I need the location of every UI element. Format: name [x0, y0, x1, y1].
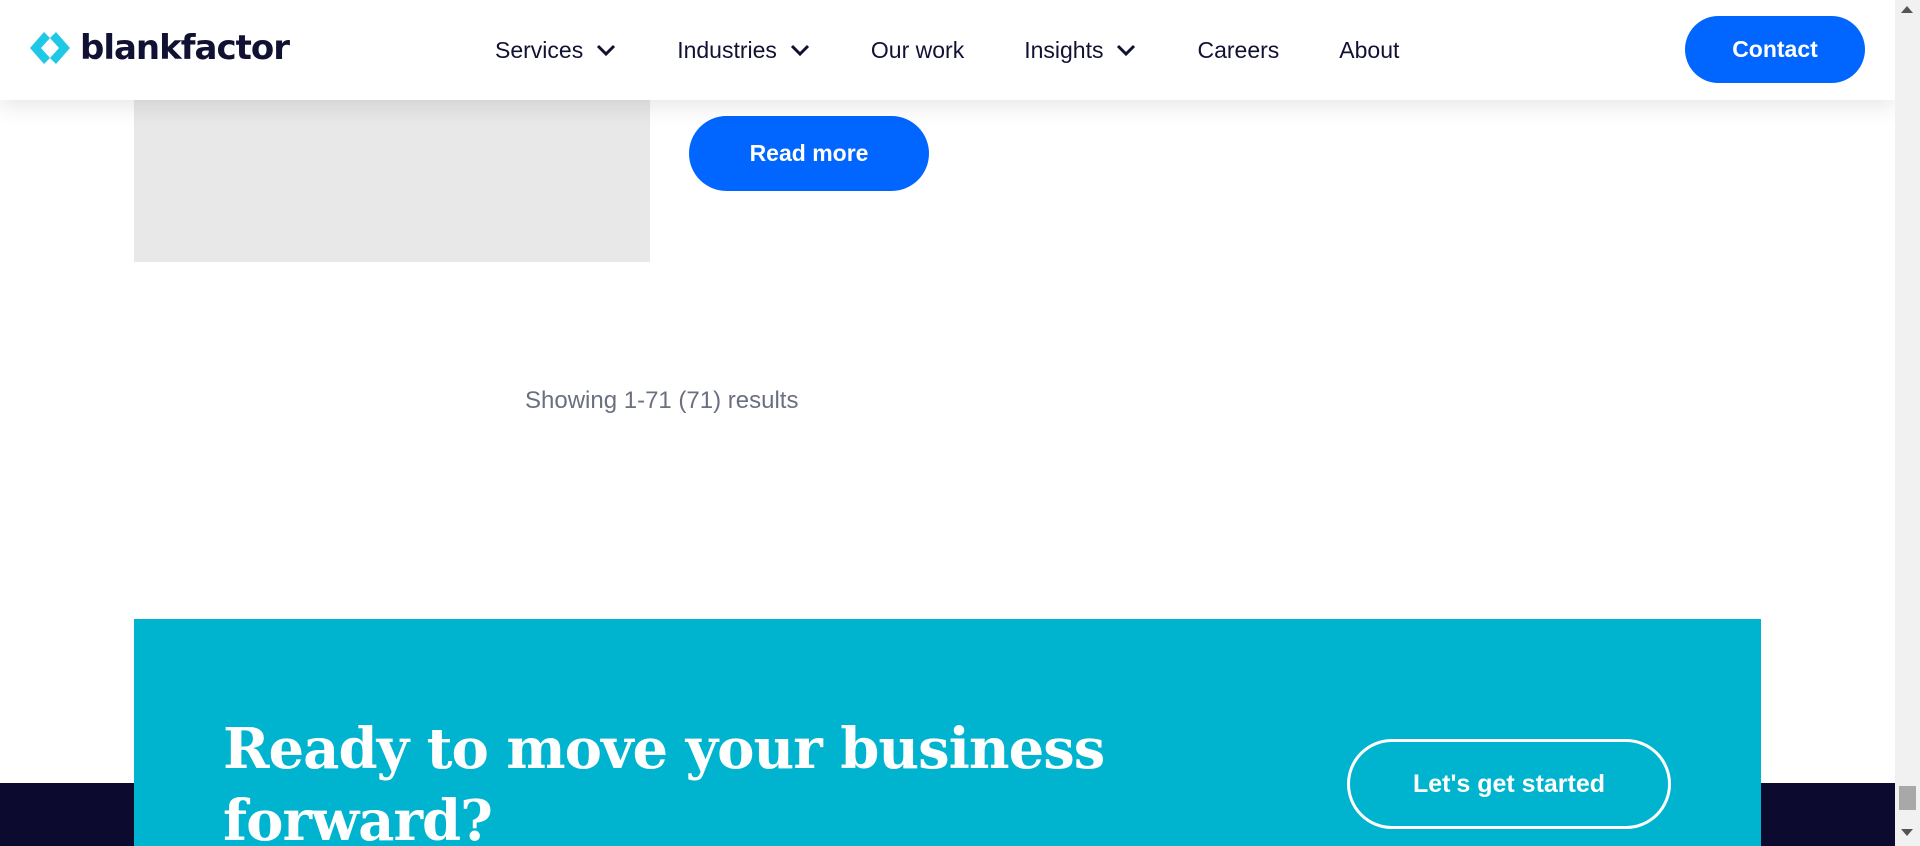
nav-about[interactable]: About: [1339, 37, 1399, 64]
chevron-down-icon: [790, 44, 809, 57]
cta-heading: Ready to move your business forward?: [223, 716, 1105, 846]
results-count: Showing 1-71 (71) results: [525, 387, 799, 414]
nav-our-work-label: Our work: [870, 36, 965, 63]
read-more-button[interactable]: Read more: [689, 116, 929, 191]
main-nav: Services Industries Our work Insights Ca…: [495, 0, 1399, 100]
scroll-thumb[interactable]: [1899, 786, 1916, 810]
get-started-button[interactable]: Let's get started: [1347, 739, 1671, 829]
logo[interactable]: blankfactor: [28, 28, 290, 68]
chevron-down-icon: [597, 44, 616, 57]
scroll-up-arrow-icon[interactable]: [1901, 6, 1913, 13]
nav-careers[interactable]: Careers: [1197, 37, 1279, 64]
site-header: blankfactor Services Industries Our work…: [0, 0, 1895, 100]
nav-industries-label: Industries: [677, 36, 777, 63]
chevron-down-icon: [1117, 44, 1136, 57]
nav-services[interactable]: Services: [495, 37, 617, 64]
contact-button[interactable]: Contact: [1685, 16, 1865, 83]
logo-text: blankfactor: [80, 28, 290, 68]
article-image-placeholder[interactable]: [134, 80, 650, 262]
nav-our-work[interactable]: Our work: [871, 37, 964, 64]
blankfactor-logo-icon: [30, 32, 70, 64]
cta-banner: Ready to move your business forward? Let…: [134, 619, 1761, 846]
vertical-scrollbar[interactable]: [1895, 0, 1920, 846]
scroll-down-arrow-icon[interactable]: [1901, 829, 1913, 836]
nav-services-label: Services: [495, 36, 584, 63]
nav-insights[interactable]: Insights: [1024, 37, 1137, 64]
nav-about-label: About: [1339, 36, 1400, 63]
nav-industries[interactable]: Industries: [677, 37, 811, 64]
nav-insights-label: Insights: [1024, 36, 1104, 63]
nav-careers-label: Careers: [1197, 36, 1280, 63]
